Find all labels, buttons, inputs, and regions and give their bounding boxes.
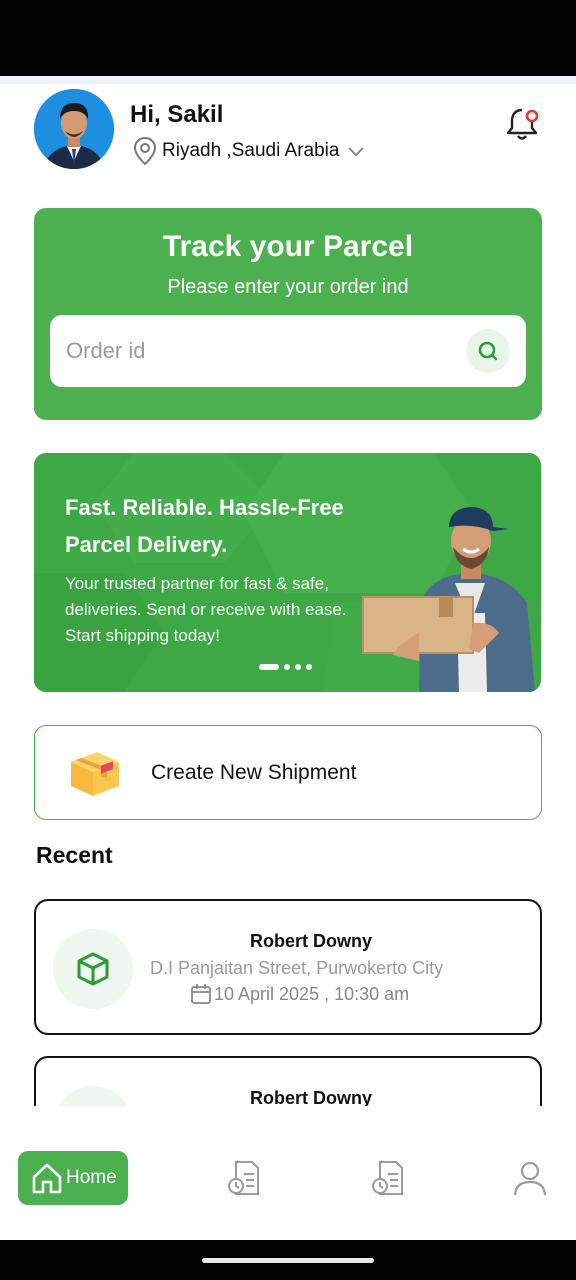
status-divider	[0, 76, 576, 84]
promo-banner[interactable]: Fast. Reliable. Hassle-Free Parcel Deliv…	[34, 453, 541, 692]
track-title: Track your Parcel	[162, 230, 414, 263]
recipient-name: Robert Downy	[36, 931, 540, 952]
shipment-records-icon[interactable]	[368, 1158, 408, 1198]
carousel-dot[interactable]	[306, 664, 312, 670]
recipient-name-text: Robert Downy	[249, 931, 372, 951]
location-selector[interactable]: Riyadh ,Saudi Arabia	[132, 136, 367, 166]
recent-section-title: Recent	[36, 842, 113, 868]
package-box-icon	[71, 751, 119, 796]
recipient-name-text: Robert Downy	[249, 1088, 372, 1106]
avatar[interactable]	[34, 89, 114, 169]
track-parcel-card: Track your Parcel Please enter your orde…	[34, 208, 542, 420]
carousel-dot[interactable]	[284, 664, 290, 670]
nav-home-label: Home	[66, 1167, 117, 1188]
shipment-date-text: 10 April 2025 , 10:30 am	[214, 983, 410, 1004]
shipment-date: 10 April 2025 , 10:30 am	[190, 983, 409, 1005]
chevron-down-icon	[348, 147, 365, 157]
home-icon	[32, 1163, 62, 1194]
create-shipment-label: Create New Shipment	[151, 760, 357, 784]
search-icon	[478, 341, 498, 361]
banner-text: Your trusted partner for fast & safe, de…	[65, 574, 347, 645]
calendar-icon	[191, 984, 211, 1004]
carousel-indicator	[259, 664, 312, 670]
notification-bell-icon[interactable]	[502, 104, 542, 144]
nav-home-button[interactable]: Home	[18, 1151, 128, 1205]
order-history-icon[interactable]	[224, 1158, 264, 1198]
search-button[interactable]	[466, 329, 510, 373]
recent-shipment-card[interactable]: Robert Downy	[34, 1056, 542, 1106]
status-bar	[0, 0, 576, 76]
profile-icon[interactable]	[510, 1158, 550, 1198]
location-pin-icon	[133, 136, 157, 166]
order-id-input[interactable]	[66, 338, 466, 364]
create-shipment-button[interactable]: Create New Shipment	[34, 725, 542, 820]
recent-list[interactable]: Robert Downy D.I Panjaitan Street, Purwo…	[0, 880, 576, 1106]
avatar-image	[34, 89, 114, 169]
system-gesture-bar	[0, 1240, 576, 1280]
carousel-dot[interactable]	[295, 664, 301, 670]
order-search-box	[50, 315, 526, 387]
bottom-navigation: Home	[0, 1130, 576, 1240]
home-gesture-pill[interactable]	[202, 1258, 374, 1263]
banner-title: Fast. Reliable. Hassle-Free Parcel Deliv…	[65, 495, 344, 557]
carousel-dot-active[interactable]	[259, 664, 279, 670]
delivery-man-illustration	[362, 507, 535, 692]
cube-icon	[77, 952, 109, 986]
recipient-address: D.I Panjaitan Street, Purwokerto City	[150, 958, 444, 978]
recipient-name: Robert Downy	[36, 1088, 540, 1106]
location-text: Riyadh ,Saudi Arabia	[162, 140, 340, 161]
greeting-text: Hi, Sakil	[130, 101, 224, 128]
track-subtitle: Please enter your order ind	[167, 276, 409, 298]
recent-shipment-card[interactable]: Robert Downy D.I Panjaitan Street, Purwo…	[34, 899, 542, 1035]
